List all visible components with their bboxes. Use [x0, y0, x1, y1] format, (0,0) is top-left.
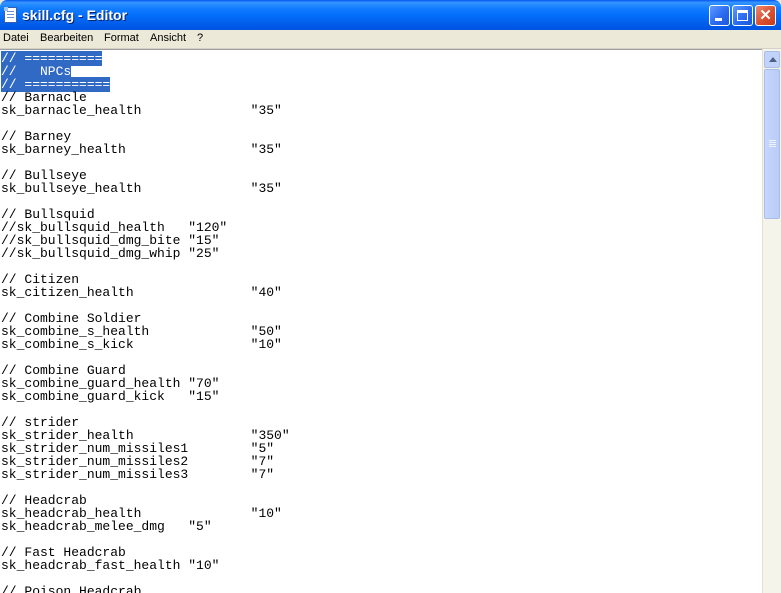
- close-icon: ✕: [759, 7, 772, 24]
- file-content: // ==========// NPCs// ===========// Bar…: [1, 51, 290, 593]
- line-text: //sk_bullsquid_dmg_whip "25": [1, 246, 220, 261]
- scrollbar-thumb[interactable]: [764, 69, 780, 219]
- editor-window: skill.cfg - Editor ✕ Datei Bearbeiten Fo…: [0, 0, 781, 593]
- line-text: sk_combine_guard_kick "15": [1, 389, 220, 404]
- code-line: sk_citizen_health "40": [1, 286, 290, 299]
- menu-help[interactable]: ?: [197, 32, 203, 44]
- maximize-button[interactable]: [732, 5, 753, 26]
- code-line: sk_barney_health "35": [1, 143, 290, 156]
- code-line: sk_combine_guard_kick "15": [1, 390, 290, 403]
- line-text: // Poison Headcrab: [1, 584, 142, 593]
- menu-datei[interactable]: Datei: [3, 32, 29, 44]
- menu-format[interactable]: Format: [104, 32, 139, 44]
- code-line: sk_bullseye_health "35": [1, 182, 290, 195]
- grip-icon: [769, 140, 776, 141]
- code-line: sk_strider_num_missiles3 "7": [1, 468, 290, 481]
- code-line: sk_headcrab_melee_dmg "5": [1, 520, 290, 533]
- line-text: sk_bullseye_health "35": [1, 181, 282, 196]
- close-button[interactable]: ✕: [755, 5, 776, 26]
- window-title: skill.cfg - Editor: [22, 7, 128, 23]
- menu-bar: Datei Bearbeiten Format Ansicht ?: [0, 30, 781, 49]
- notepad-icon[interactable]: [4, 7, 17, 23]
- line-text: sk_headcrab_fast_health "10": [1, 558, 220, 573]
- line-text: sk_combine_s_kick "10": [1, 337, 282, 352]
- minimize-icon: [715, 18, 722, 21]
- minimize-button[interactable]: [709, 5, 730, 26]
- scroll-up-button[interactable]: [764, 51, 780, 68]
- menu-bearbeiten[interactable]: Bearbeiten: [40, 32, 93, 44]
- code-line: // Poison Headcrab: [1, 585, 290, 593]
- line-text: sk_strider_num_missiles3 "7": [1, 467, 275, 482]
- line-text: sk_citizen_health "40": [1, 285, 282, 300]
- code-line: sk_barnacle_health "35": [1, 104, 290, 117]
- vertical-scrollbar[interactable]: [762, 49, 781, 593]
- code-line: sk_combine_s_kick "10": [1, 338, 290, 351]
- maximize-icon: [737, 10, 748, 21]
- text-editor-area[interactable]: // ==========// NPCs// ===========// Bar…: [0, 49, 762, 593]
- line-text: sk_headcrab_melee_dmg "5": [1, 519, 212, 534]
- menu-ansicht[interactable]: Ansicht: [150, 32, 186, 44]
- code-line: sk_headcrab_fast_health "10": [1, 559, 290, 572]
- line-text: sk_barnacle_health "35": [1, 103, 282, 118]
- code-line: //sk_bullsquid_dmg_whip "25": [1, 247, 290, 260]
- title-bar[interactable]: skill.cfg - Editor ✕: [0, 0, 781, 30]
- line-text: sk_barney_health "35": [1, 142, 282, 157]
